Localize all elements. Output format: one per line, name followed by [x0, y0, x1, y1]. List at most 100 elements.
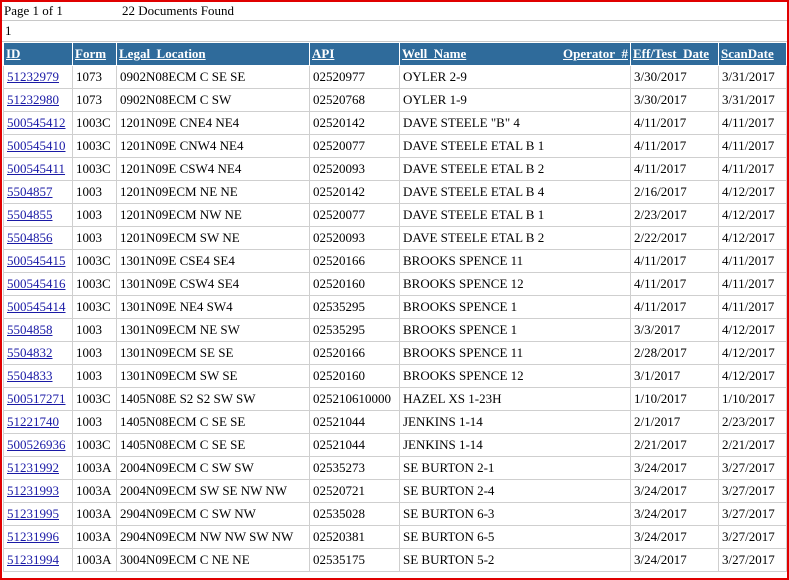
document-id-link[interactable]: 500545411	[7, 161, 65, 176]
cell-well-name: SE BURTON 6-5	[399, 525, 631, 549]
cell-id: 500545416	[3, 272, 73, 296]
document-id-link[interactable]: 51232980	[7, 92, 59, 107]
cell-scan-date: 4/12/2017	[718, 226, 787, 250]
results-summary-bar: Page 1 of 1 22 Documents Found	[2, 2, 787, 21]
cell-api: 02535295	[309, 318, 400, 342]
table-body: 51232979 1073 0902N08ECM C SE SE 02520977 OY…	[3, 65, 787, 572]
cell-api: 02520093	[309, 226, 400, 250]
document-id-link[interactable]: 51231994	[7, 552, 59, 567]
cell-api: 02520768	[309, 88, 400, 112]
cell-form: 1003	[72, 341, 117, 365]
cell-eff-test-date: 3/24/2017	[630, 502, 719, 526]
document-id-link[interactable]: 500545414	[7, 299, 66, 314]
cell-api: 02520721	[309, 479, 400, 503]
cell-eff-test-date: 4/11/2017	[630, 249, 719, 273]
column-header-legal-location[interactable]: Legal_Location	[116, 42, 310, 66]
document-id-link[interactable]: 500545416	[7, 276, 66, 291]
table-header-row: ID Form Legal_Location API Well_Name Ope…	[3, 42, 787, 66]
column-header-form[interactable]: Form	[72, 42, 117, 66]
table-row: 500517271 1003C 1405N08E S2 S2 SW SW 025210…	[3, 387, 787, 411]
cell-eff-test-date: 3/24/2017	[630, 548, 719, 572]
cell-scan-date: 3/27/2017	[718, 525, 787, 549]
cell-scan-date: 4/11/2017	[718, 134, 787, 158]
operator-header-label[interactable]: Operator_#	[563, 46, 628, 62]
cell-id: 51232980	[3, 88, 73, 112]
cell-scan-date: 3/31/2017	[718, 88, 787, 112]
page-link-1[interactable]: 1	[5, 23, 12, 38]
document-id-link[interactable]: 500545412	[7, 115, 66, 130]
column-header-api[interactable]: API	[309, 42, 400, 66]
cell-eff-test-date: 2/1/2017	[630, 410, 719, 434]
cell-legal-location: 2904N09ECM C SW NW	[116, 502, 310, 526]
cell-eff-test-date: 2/16/2017	[630, 180, 719, 204]
cell-scan-date: 1/10/2017	[718, 387, 787, 411]
column-header-scan-date[interactable]: ScanDate	[718, 42, 787, 66]
cell-id: 500545415	[3, 249, 73, 273]
table-row: 5504832 1003 1301N09ECM SE SE 02520166 BROOK…	[3, 341, 787, 365]
cell-api: 02520977	[309, 65, 400, 89]
document-id-link[interactable]: 5504832	[7, 345, 53, 360]
document-id-link[interactable]: 51221740	[7, 414, 59, 429]
cell-scan-date: 3/27/2017	[718, 502, 787, 526]
cell-eff-test-date: 4/11/2017	[630, 157, 719, 181]
cell-id: 500545414	[3, 295, 73, 319]
cell-id: 5504855	[3, 203, 73, 227]
cell-id: 5504833	[3, 364, 73, 388]
cell-id: 5504857	[3, 180, 73, 204]
document-id-link[interactable]: 51232979	[7, 69, 59, 84]
cell-eff-test-date: 4/11/2017	[630, 295, 719, 319]
cell-legal-location: 1301N09E CSE4 SE4	[116, 249, 310, 273]
cell-scan-date: 4/12/2017	[718, 341, 787, 365]
document-id-link[interactable]: 5504856	[7, 230, 53, 245]
column-header-id[interactable]: ID	[3, 42, 73, 66]
cell-well-name: DAVE STEELE ETAL B 2	[399, 157, 631, 181]
cell-form: 1003C	[72, 249, 117, 273]
cell-well-name: DAVE STEELE "B" 4	[399, 111, 631, 135]
document-id-link[interactable]: 51231992	[7, 460, 59, 475]
cell-form: 1003	[72, 226, 117, 250]
cell-form: 1073	[72, 88, 117, 112]
pagination: 1	[2, 21, 787, 42]
document-id-link[interactable]: 5504857	[7, 184, 53, 199]
document-id-link[interactable]: 51231996	[7, 529, 59, 544]
cell-id: 51231996	[3, 525, 73, 549]
document-id-link[interactable]: 5504855	[7, 207, 53, 222]
cell-legal-location: 1301N09E CSW4 SE4	[116, 272, 310, 296]
document-id-link[interactable]: 51231993	[7, 483, 59, 498]
cell-legal-location: 2004N09ECM SW SE NW NW	[116, 479, 310, 503]
cell-well-name: DAVE STEELE ETAL B 2	[399, 226, 631, 250]
cell-well-name: BROOKS SPENCE 1	[399, 318, 631, 342]
cell-id: 51231995	[3, 502, 73, 526]
document-id-link[interactable]: 51231995	[7, 506, 59, 521]
cell-api: 02521044	[309, 433, 400, 457]
cell-well-name: BROOKS SPENCE 12	[399, 272, 631, 296]
cell-well-name: OYLER 2-9	[399, 65, 631, 89]
document-id-link[interactable]: 500545410	[7, 138, 66, 153]
cell-eff-test-date: 2/22/2017	[630, 226, 719, 250]
well-name-header-label[interactable]: Well_Name	[402, 46, 466, 61]
results-window: Page 1 of 1 22 Documents Found 1 ID Form…	[0, 0, 789, 580]
document-id-link[interactable]: 5504858	[7, 322, 53, 337]
cell-well-name: SE BURTON 2-1	[399, 456, 631, 480]
cell-form: 1003C	[72, 295, 117, 319]
cell-legal-location: 1301N09E NE4 SW4	[116, 295, 310, 319]
table-row: 51232979 1073 0902N08ECM C SE SE 02520977 OY…	[3, 65, 787, 89]
column-header-well-name[interactable]: Well_Name Operator_#	[399, 42, 631, 66]
cell-legal-location: 1301N09ECM SW SE	[116, 364, 310, 388]
cell-well-name: BROOKS SPENCE 1	[399, 295, 631, 319]
cell-api: 02520166	[309, 249, 400, 273]
cell-id: 51221740	[3, 410, 73, 434]
document-id-link[interactable]: 500545415	[7, 253, 66, 268]
document-id-link[interactable]: 500517271	[7, 391, 66, 406]
document-id-link[interactable]: 5504833	[7, 368, 53, 383]
cell-legal-location: 1301N09ECM SE SE	[116, 341, 310, 365]
cell-form: 1003C	[72, 157, 117, 181]
cell-legal-location: 1201N09E CNW4 NE4	[116, 134, 310, 158]
cell-id: 500545410	[3, 134, 73, 158]
cell-scan-date: 2/23/2017	[718, 410, 787, 434]
cell-api: 02535273	[309, 456, 400, 480]
column-header-eff-test-date[interactable]: Eff/Test_Date	[630, 42, 719, 66]
cell-id: 51231994	[3, 548, 73, 572]
cell-id: 51231992	[3, 456, 73, 480]
document-id-link[interactable]: 500526936	[7, 437, 66, 452]
